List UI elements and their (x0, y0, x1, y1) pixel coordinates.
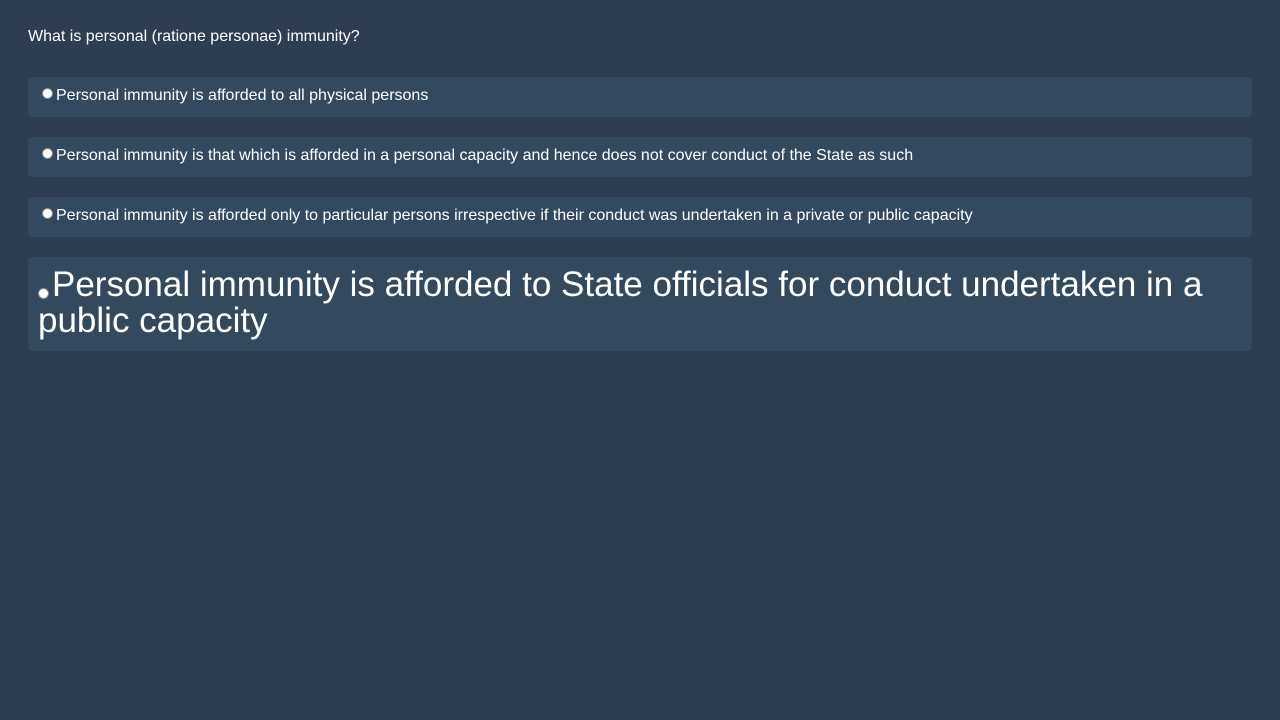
answer-option-label: Personal immunity is afforded to State o… (38, 265, 1203, 340)
radio-button-3[interactable] (42, 208, 53, 219)
answer-option-4[interactable]: Personal immunity is afforded to State o… (28, 257, 1252, 351)
answer-option-label: Personal immunity is afforded to all phy… (56, 87, 429, 104)
radio-button-1[interactable] (42, 88, 53, 99)
question-text: What is personal (ratione personae) immu… (28, 28, 360, 45)
answer-option-2[interactable]: Personal immunity is that which is affor… (28, 137, 1252, 177)
radio-button-2[interactable] (42, 148, 53, 159)
answer-option-3[interactable]: Personal immunity is afforded only to pa… (28, 197, 1252, 237)
answer-option-1[interactable]: Personal immunity is afforded to all phy… (28, 77, 1252, 117)
answer-option-label: Personal immunity is afforded only to pa… (56, 207, 973, 224)
radio-button-4[interactable] (38, 288, 49, 299)
answer-option-label: Personal immunity is that which is affor… (56, 147, 914, 164)
quiz-page: What is personal (ratione personae) immu… (0, 0, 1280, 720)
